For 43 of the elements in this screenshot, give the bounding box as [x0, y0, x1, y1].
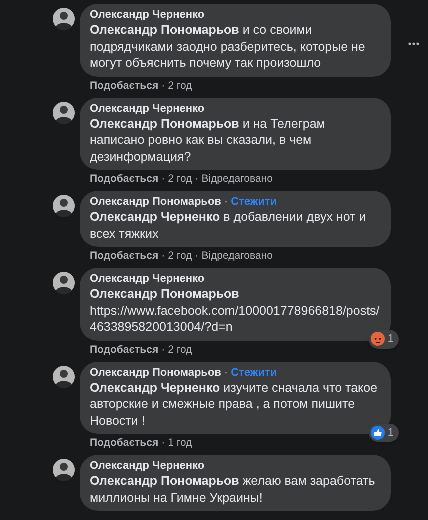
like-link[interactable]: Подобається: [90, 250, 159, 263]
avatar-icon[interactable]: [53, 102, 75, 124]
comment-time[interactable]: 2 год: [168, 173, 192, 186]
comment-text: Олександр Пономарьов и на Телеграм написано ровно как вы сказали, в чем дезинформация?: [90, 116, 326, 165]
separator-dot: ·: [195, 173, 199, 186]
separator-dot: ·: [162, 173, 166, 186]
separator-dot: ·: [195, 250, 199, 263]
comment-text: Олександр Пономарьов и со своими подрядчиками заодно разберитесь, которые не могут объяснить почему так произошло: [90, 22, 366, 72]
avatar-icon[interactable]: [53, 366, 75, 388]
avatar-icon[interactable]: [53, 272, 75, 294]
avatar-icon[interactable]: [53, 8, 75, 30]
like-link[interactable]: Подобається: [90, 173, 159, 186]
edited-label: Відредаговано: [202, 250, 273, 263]
reaction-badge[interactable]: 1: [368, 424, 399, 442]
more-options-icon[interactable]: [408, 42, 420, 46]
reaction-count: 1: [388, 426, 394, 440]
author-name[interactable]: Олександр Черненко: [90, 459, 205, 473]
author-name[interactable]: Олександр Пономарьов: [90, 195, 222, 209]
author-name[interactable]: Олександр Черненко: [90, 8, 205, 22]
separator-dot: ·: [162, 344, 166, 356]
author-name[interactable]: Олександр Черненко: [90, 102, 205, 116]
reaction-count: 1: [388, 332, 394, 347]
reaction-badge[interactable]: 1: [368, 330, 399, 348]
separator-dot: ·: [224, 195, 228, 209]
separator-dot: ·: [224, 366, 228, 380]
separator-dot: ·: [162, 437, 166, 450]
comment-text: Олександр Пономарьов желаю вам заработать миллионы на Гимне Украины!: [90, 473, 376, 506]
author-name[interactable]: Олександр Черненко: [90, 272, 205, 286]
author-name[interactable]: Олександр Пономарьов: [90, 366, 222, 380]
comment-time[interactable]: 2 год: [168, 80, 192, 92]
edited-label: Відредаговано: [202, 173, 273, 186]
comment-time[interactable]: 2 год: [168, 250, 192, 263]
like-link[interactable]: Подобається: [90, 344, 159, 356]
comment-text: Олександр Черненко в добавлении двух нот и всех тяжких: [90, 209, 368, 242]
separator-dot: ·: [162, 80, 166, 92]
avatar-icon[interactable]: [53, 195, 75, 217]
comment-time[interactable]: 1 год: [168, 437, 192, 450]
comment-time[interactable]: 2 год: [168, 344, 192, 356]
like-link[interactable]: Подобається: [90, 80, 159, 92]
avatar-icon[interactable]: [53, 459, 75, 481]
separator-dot: ·: [162, 250, 166, 263]
thumbs-up-icon: [370, 426, 385, 440]
like-link[interactable]: Подобається: [90, 437, 159, 450]
